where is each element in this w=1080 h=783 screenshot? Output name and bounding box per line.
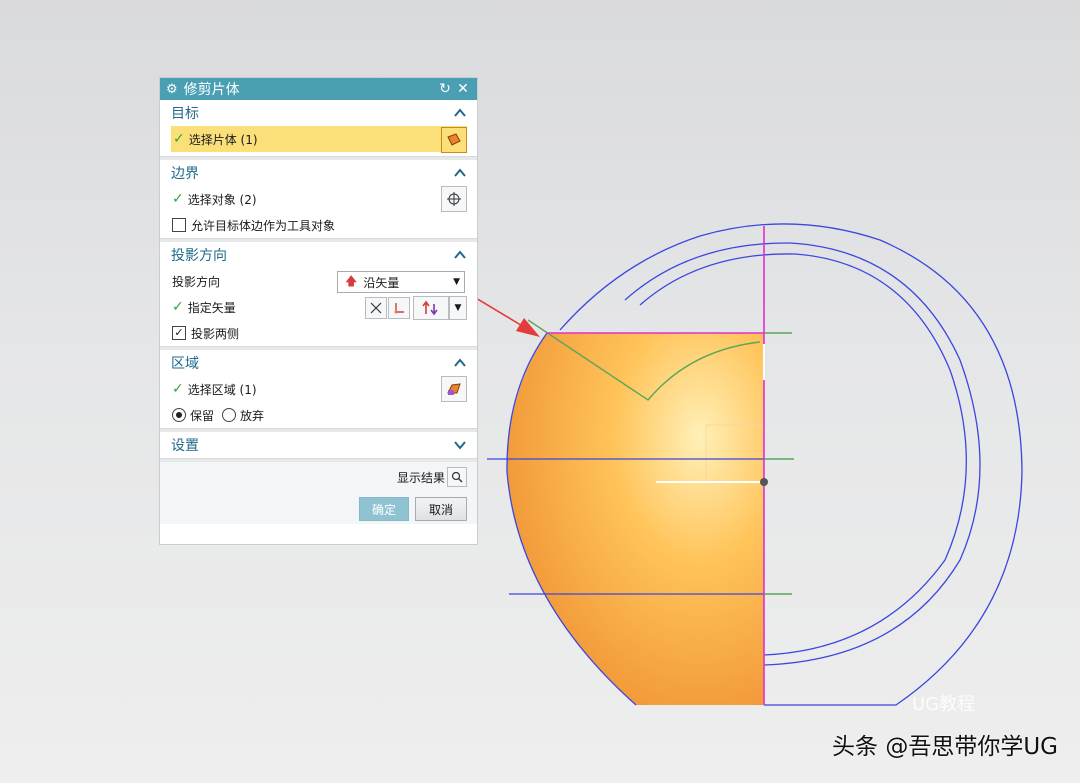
check-icon: ✓ <box>172 299 184 315</box>
ok-button[interactable]: 确定 <box>359 497 409 521</box>
projection-direction-label: 投影方向 <box>172 274 221 289</box>
close-icon[interactable]: ✕ <box>455 81 471 97</box>
dropdown-caret-icon: ▼ <box>453 277 460 287</box>
section-boundary-header[interactable]: 边界 <box>160 160 477 186</box>
specify-vector-row[interactable]: ✓ 指定矢量 ▼ <box>160 294 477 320</box>
section-settings-header[interactable]: 设置 <box>160 432 477 458</box>
select-region-row[interactable]: ✓ 选择区域 (1) <box>160 376 477 402</box>
project-both-sides-row[interactable]: ✓ 投影两侧 <box>160 320 477 346</box>
trim-sheet-dialog: ⚙ 修剪片体 ↻ ✕ 目标 ✓ 选择片体 (1) 边界 ✓ 选择对象 (2) 允… <box>160 78 477 544</box>
section-target-header[interactable]: 目标 <box>160 100 477 126</box>
select-sheet-row[interactable]: ✓ 选择片体 (1) <box>171 126 467 153</box>
section-region-label: 区域 <box>171 356 199 372</box>
keep-radio[interactable] <box>172 408 186 422</box>
allow-target-edges-checkbox[interactable] <box>172 218 186 232</box>
section-projection-header[interactable]: 投影方向 <box>160 242 477 268</box>
chevron-up-icon[interactable] <box>453 106 467 120</box>
select-object-row[interactable]: ✓ 选择对象 (2) <box>160 186 477 212</box>
project-both-sides-label: 投影两侧 <box>191 326 240 341</box>
watermark-text: 头条 @吾思带你学UG <box>832 734 1058 760</box>
gear-icon: ⚙ <box>166 81 178 97</box>
preview-label: 显示结果 <box>396 470 445 485</box>
inferred-vector-icon[interactable] <box>365 297 387 319</box>
check-icon: ✓ <box>172 381 184 397</box>
chevron-up-icon[interactable] <box>453 248 467 262</box>
crosshair-icon[interactable] <box>441 186 467 212</box>
discard-label: 放弃 <box>240 408 265 423</box>
section-boundary-label: 边界 <box>171 166 199 182</box>
check-icon: ✓ <box>173 131 185 147</box>
specify-vector-label: 指定矢量 <box>187 300 236 315</box>
sheet-body-icon[interactable] <box>441 127 467 153</box>
vector-constructor-icon[interactable] <box>388 297 410 319</box>
chevron-up-icon[interactable] <box>453 166 467 180</box>
trimmed-sphere-sheet[interactable] <box>507 333 765 705</box>
select-object-label: 选择对象 (2) <box>187 192 257 207</box>
section-projection-label: 投影方向 <box>171 248 227 264</box>
preview-row: 显示结果 <box>160 462 477 490</box>
keep-discard-row: 保留 放弃 <box>160 402 477 428</box>
keep-label: 保留 <box>190 408 215 423</box>
cancel-button[interactable]: 取消 <box>415 497 467 521</box>
check-icon: ✓ <box>172 191 184 207</box>
discard-radio[interactable] <box>222 408 237 422</box>
dialog-titlebar[interactable]: ⚙ 修剪片体 ↻ ✕ <box>160 78 477 100</box>
vector-arrow-icon: 🡅 <box>345 273 358 288</box>
dialog-footer: 显示结果 确定 取消 <box>160 462 477 524</box>
section-target-label: 目标 <box>171 106 199 122</box>
chevron-down-icon[interactable] <box>453 438 467 452</box>
projection-direction-value: 沿矢量 <box>363 275 400 290</box>
button-row: 确定 取消 <box>160 496 477 522</box>
section-settings-label: 设置 <box>171 438 199 454</box>
allow-target-edges-label: 允许目标体边作为工具对象 <box>191 218 336 233</box>
select-region-label: 选择区域 (1) <box>187 382 257 397</box>
projection-direction-row: 投影方向 🡅 沿矢量 ▼ <box>160 268 477 294</box>
chevron-up-icon[interactable] <box>453 356 467 370</box>
select-sheet-label: 选择片体 (1) <box>188 132 258 147</box>
magnify-icon[interactable] <box>447 467 467 487</box>
allow-target-edges-row[interactable]: 允许目标体边作为工具对象 <box>160 212 477 238</box>
projection-direction-select[interactable]: 🡅 沿矢量 ▼ <box>337 271 465 293</box>
chevron-down-icon[interactable]: ▼ <box>449 296 467 320</box>
dialog-title: 修剪片体 <box>183 82 240 98</box>
section-region-header[interactable]: 区域 <box>160 350 477 376</box>
project-both-sides-checkbox[interactable]: ✓ <box>172 326 186 340</box>
watermark-logo: UG教程 <box>912 694 976 715</box>
region-icon[interactable] <box>441 376 467 402</box>
reverse-direction-icon[interactable] <box>413 296 449 320</box>
reset-icon[interactable]: ↻ <box>437 81 453 97</box>
